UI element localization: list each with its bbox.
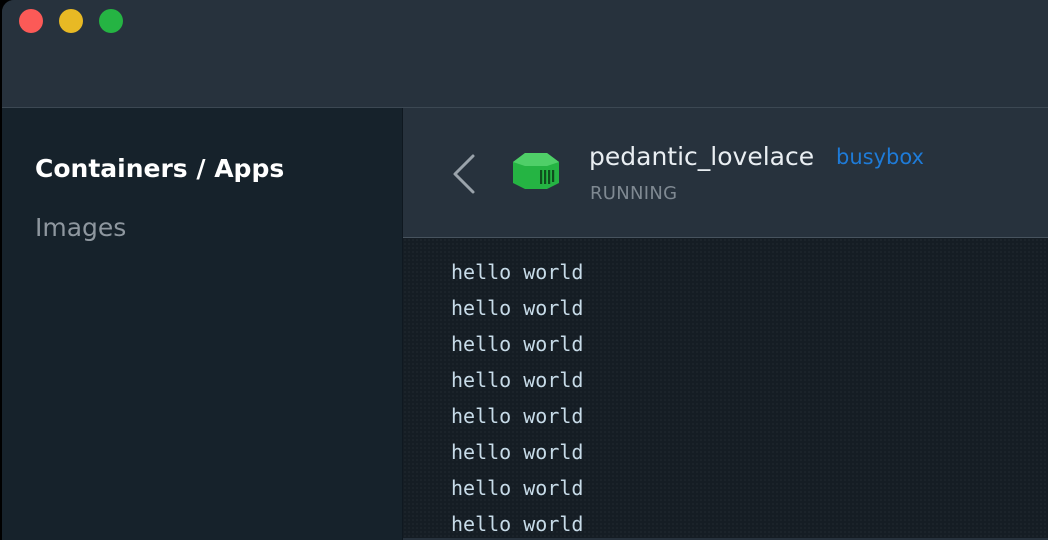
container-icon (513, 153, 559, 189)
minimize-window-button[interactable] (59, 9, 83, 33)
log-line: hello world (451, 476, 584, 500)
log-line: hello world (451, 368, 584, 392)
sidebar: Containers / Apps Images (2, 108, 403, 540)
log-line: hello world (451, 404, 584, 428)
log-line: hello world (451, 512, 584, 536)
close-window-button[interactable] (19, 9, 43, 33)
sidebar-item-containers-apps[interactable]: Containers / Apps (35, 154, 284, 183)
app-window: Containers / Apps Images pedantic_lovela… (2, 0, 1048, 540)
log-line: hello world (451, 260, 584, 284)
log-line: hello world (451, 440, 584, 464)
sidebar-item-images[interactable]: Images (35, 213, 126, 242)
maximize-window-button[interactable] (99, 9, 123, 33)
log-line: hello world (451, 332, 584, 356)
back-chevron-icon[interactable] (451, 152, 477, 196)
container-name: pedantic_lovelace (589, 142, 815, 171)
log-output[interactable]: hello world hello world hello world hell… (403, 238, 1048, 538)
container-status: RUNNING (590, 183, 678, 204)
log-line: hello world (451, 296, 584, 320)
container-header: pedantic_lovelace busybox RUNNING (403, 108, 1048, 238)
title-bar (2, 0, 1048, 108)
container-image-link[interactable]: busybox (836, 145, 924, 169)
